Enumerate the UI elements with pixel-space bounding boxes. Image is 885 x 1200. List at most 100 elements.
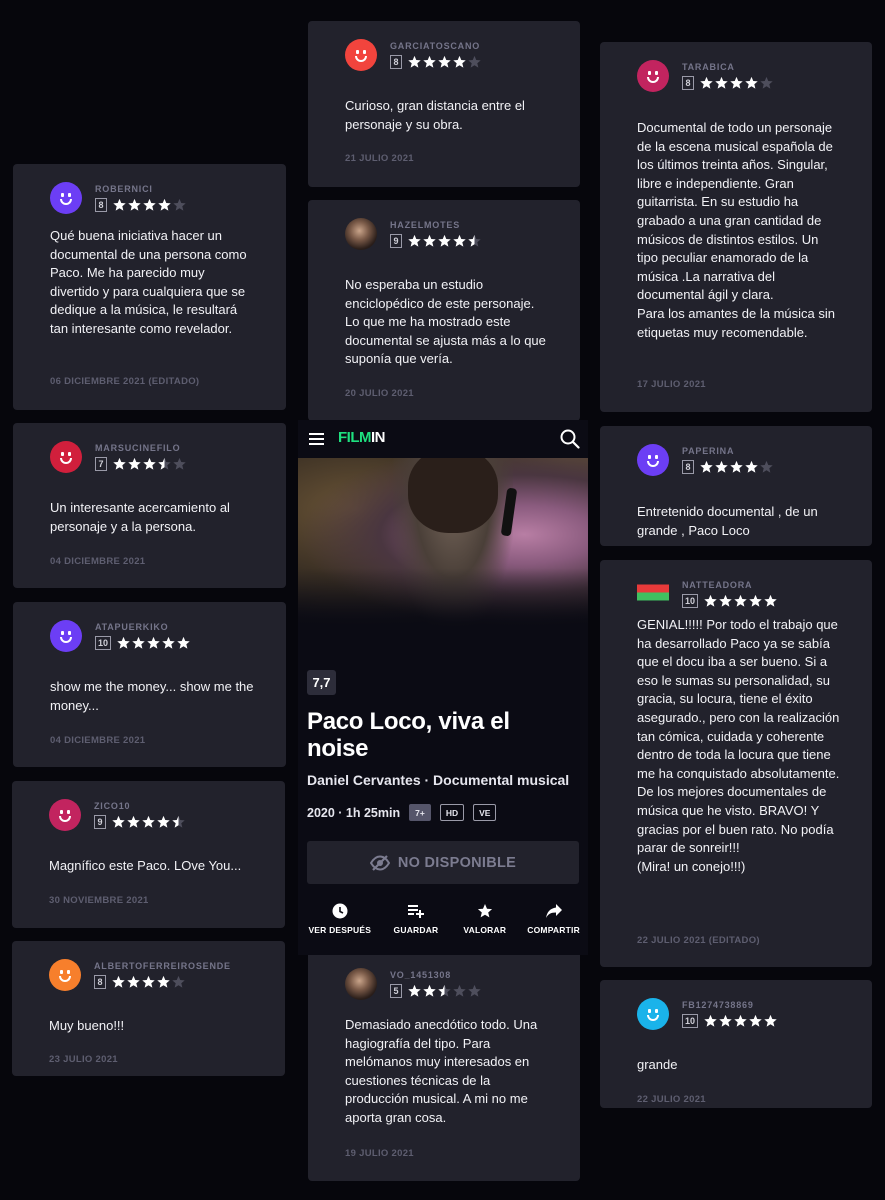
review-user-info: TARABICA 8 (682, 62, 774, 90)
rating-star-icon (157, 815, 170, 828)
eye-off-icon (369, 854, 390, 871)
film-director-genre[interactable]: Daniel Cervantes · Documental musical (307, 772, 569, 788)
rating-star-icon (127, 815, 140, 828)
review-user-info: MARSUCINEFILO 7 (95, 443, 187, 471)
user-avatar[interactable] (637, 998, 669, 1030)
age-rating-tag: 7+ (409, 804, 431, 821)
review-date: 23 JULIO 2021 (49, 1054, 118, 1065)
review-username[interactable]: NATTEADORA (682, 580, 778, 591)
user-avatar[interactable] (637, 60, 669, 92)
rating-star-icon (719, 594, 732, 607)
user-avatar[interactable] (50, 182, 82, 214)
rating-star-icon (468, 234, 481, 247)
rating-star-icon (408, 984, 421, 997)
review-rating: 8 (390, 55, 482, 69)
review-card: NATTEADORA 10 GENIAL!!!!! Por todo el trab… (600, 560, 872, 967)
review-text: Demasiado anecdótico todo. Una hagiograf… (345, 1017, 538, 1125)
user-avatar[interactable] (637, 578, 669, 610)
review-text: GENIAL!!!!! Por todo el trabajo que ha d… (637, 617, 840, 874)
rating-star-icon (734, 1014, 747, 1027)
review-username[interactable]: ALBERTOFERREIROSENDE (94, 961, 231, 972)
review-stars (699, 460, 774, 474)
rate-button[interactable]: VALORAR (450, 903, 519, 935)
film-score-badge: 7,7 (307, 670, 336, 695)
rating-star-icon (408, 55, 421, 68)
review-text: grande (637, 1057, 678, 1072)
user-avatar[interactable] (345, 218, 377, 250)
user-avatar[interactable] (49, 799, 81, 831)
review-username[interactable]: VO_1451308 (390, 970, 482, 981)
review-user-info: HAZELMOTES 9 (390, 220, 482, 248)
rating-star-icon (408, 234, 421, 247)
user-avatar[interactable] (50, 441, 82, 473)
clock-icon (332, 903, 348, 919)
rating-star-icon (764, 594, 777, 607)
playlist-add-icon (407, 905, 424, 918)
rating-star-icon (143, 457, 156, 470)
review-user-info: PAPERINA 8 (682, 446, 774, 474)
unavailable-button[interactable]: NO DISPONIBLE (307, 841, 579, 884)
review-card: HAZELMOTES 9 No esperaba un estudio encicl… (308, 200, 580, 421)
review-card: VO_1451308 5 Demasiado anecdótico todo. Un… (308, 950, 580, 1181)
review-card: PAPERINA 8 Entretenido documental , de un … (600, 426, 872, 546)
review-username[interactable]: ZICO10 (94, 801, 186, 812)
review-score-box: 10 (95, 636, 111, 650)
review-date: 17 JULIO 2021 (637, 379, 706, 390)
review-stars (407, 984, 482, 998)
review-username[interactable]: HAZELMOTES (390, 220, 482, 231)
review-card: ALBERTOFERREIROSENDE 8 Muy bueno!!! 23 JULI… (12, 941, 285, 1076)
review-user-info: VO_1451308 5 (390, 970, 482, 998)
rating-star-icon (453, 55, 466, 68)
rating-star-icon (730, 76, 743, 89)
review-date: 22 JULIO 2021 (EDITADO) (637, 935, 760, 946)
rating-star-icon (734, 594, 747, 607)
rating-star-icon (177, 636, 190, 649)
review-username[interactable]: FB1274738869 (682, 1000, 778, 1011)
review-card: GARCIATOSCANO 8 Curioso, gran distancia en… (308, 21, 580, 187)
rating-star-icon (468, 984, 481, 997)
rating-star-icon (745, 76, 758, 89)
review-user-info: GARCIATOSCANO 8 (390, 41, 482, 69)
search-icon[interactable] (560, 429, 580, 449)
review-score-box: 10 (682, 594, 698, 608)
review-header: PAPERINA 8 (637, 444, 774, 476)
user-avatar[interactable] (637, 444, 669, 476)
review-rating: 8 (95, 198, 187, 212)
review-stars (111, 815, 186, 829)
review-header: VO_1451308 5 (345, 968, 482, 1000)
user-avatar[interactable] (345, 968, 377, 1000)
save-button[interactable]: GUARDAR (382, 903, 451, 935)
review-username[interactable]: GARCIATOSCANO (390, 41, 482, 52)
user-avatar[interactable] (345, 39, 377, 71)
review-score-box: 7 (95, 457, 107, 471)
rating-star-icon (704, 594, 717, 607)
review-username[interactable]: MARSUCINEFILO (95, 443, 187, 454)
filmin-logo[interactable]: FILMIN (338, 429, 386, 446)
review-stars (116, 636, 191, 650)
rating-star-icon (157, 975, 170, 988)
rating-star-icon (730, 460, 743, 473)
film-actions: VER DESPUÉS GUARDAR VALORAR COMPARTIR (298, 903, 588, 935)
quality-tag: HD (439, 804, 465, 821)
review-username[interactable]: PAPERINA (682, 446, 774, 457)
watch-later-button[interactable]: VER DESPUÉS (298, 903, 382, 935)
menu-icon[interactable] (309, 433, 324, 445)
review-username[interactable]: ROBERNICI (95, 184, 187, 195)
share-button[interactable]: COMPARTIR (519, 903, 588, 935)
review-rating: 7 (95, 457, 187, 471)
rating-star-icon (438, 234, 451, 247)
rating-star-icon (113, 198, 126, 211)
review-username[interactable]: TARABICA (682, 62, 774, 73)
user-avatar[interactable] (50, 620, 82, 652)
review-username[interactable]: ATAPUERKIKO (95, 622, 191, 633)
review-date: 21 JULIO 2021 (345, 153, 414, 164)
rating-star-icon (172, 975, 185, 988)
review-rating: 10 (682, 594, 778, 608)
review-header: TARABICA 8 (637, 60, 774, 92)
rating-star-icon (749, 594, 762, 607)
film-hero-image[interactable] (298, 458, 588, 628)
user-avatar[interactable] (49, 959, 81, 991)
rating-star-icon (132, 636, 145, 649)
review-header: GARCIATOSCANO 8 (345, 39, 482, 71)
review-score-box: 8 (95, 198, 107, 212)
